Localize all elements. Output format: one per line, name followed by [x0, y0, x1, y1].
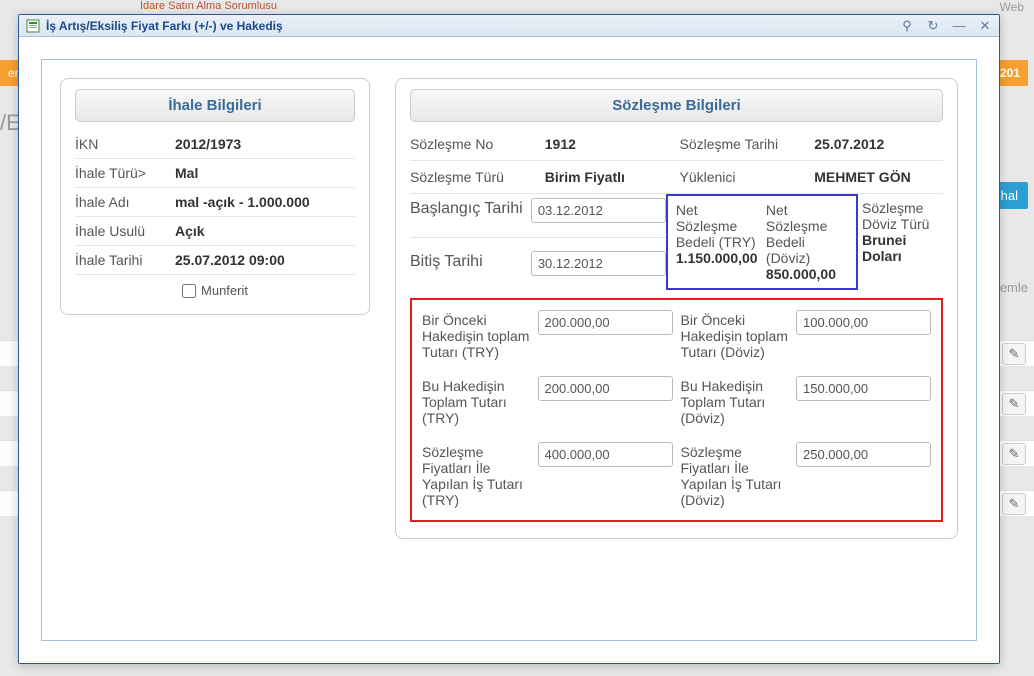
ikn-value: 2012/1973: [175, 136, 355, 152]
bg-text-emle: emle: [1000, 280, 1028, 295]
doviz-turu-box: Sözleşme Döviz Türü Brunei Doları: [858, 194, 943, 290]
sozlesme-no-value: 1912: [545, 130, 674, 158]
modal-titlebar: İş Artış/Eksiliş Fiyat Farkı (+/-) ve Ha…: [19, 15, 999, 37]
sozlesme-header: Sözleşme Bilgileri: [410, 89, 943, 122]
pencil-icon[interactable]: ✎: [1002, 443, 1026, 465]
onceki-doviz-input[interactable]: [796, 310, 931, 335]
pencil-icon[interactable]: ✎: [1002, 343, 1026, 365]
fiyat-doviz-label: Sözleşme Fiyatları İle Yapılan İş Tutarı…: [681, 442, 789, 510]
sozlesme-tarih-value: 25.07.2012: [814, 130, 943, 158]
net-doviz-value: 850.000,00: [766, 266, 848, 282]
pin-icon[interactable]: ⚲: [899, 18, 915, 34]
net-doviz-label: Net Sözleşme Bedeli (Döviz): [766, 202, 848, 266]
modal-body: İhale Bilgileri İKN 2012/1973 İhale Türü…: [19, 37, 999, 663]
modal-title: İş Artış/Eksiliş Fiyat Farkı (+/-) ve Ha…: [46, 19, 899, 33]
fiyat-try-input[interactable]: [538, 442, 673, 467]
munferit-checkbox[interactable]: [182, 284, 196, 298]
ihale-panel: İhale Bilgileri İKN 2012/1973 İhale Türü…: [60, 78, 370, 315]
munferit-label: Munferit: [201, 283, 248, 298]
bg-subtitle: İdare Satın Alma Sorumlusu: [140, 0, 277, 12]
ihale-turu-label: İhale Türü>: [75, 165, 175, 181]
sozlesme-no-label: Sözleşme No: [410, 130, 539, 158]
yuklenici-value: MEHMET GÖN: [814, 163, 943, 191]
bg-right-text: Web: [1000, 0, 1024, 14]
ihale-usulu-label: İhale Usulü: [75, 223, 175, 239]
bu-try-label: Bu Hakedişin Toplam Tutarı (TRY): [422, 376, 530, 428]
ihale-turu-value: Mal: [175, 165, 355, 181]
onceki-try-label: Bir Önceki Hakedişin toplam Tutarı (TRY): [422, 310, 530, 362]
sozlesme-panel: Sözleşme Bilgileri Sözleşme No 1912 Sözl…: [395, 78, 958, 539]
baslangic-tarihi-input[interactable]: [531, 198, 666, 223]
ihale-usulu-value: Açık: [175, 223, 355, 239]
fiyat-doviz-input[interactable]: [796, 442, 931, 467]
sozlesme-turu-value: Birim Fiyatlı: [545, 163, 674, 191]
yuklenici-label: Yüklenici: [680, 163, 809, 191]
modal-window: İş Artış/Eksiliş Fiyat Farkı (+/-) ve Ha…: [18, 14, 1000, 664]
doviz-turu-value: Brunei Doları: [862, 232, 939, 264]
pencil-icon[interactable]: ✎: [1002, 393, 1026, 415]
minimize-icon[interactable]: —: [951, 18, 967, 34]
ihale-tarihi-value: 25.07.2012 09:00: [175, 252, 355, 268]
ihale-adi-label: İhale Adı: [75, 194, 175, 210]
bu-doviz-input[interactable]: [796, 376, 931, 401]
baslangic-tarihi-label: Başlangıç Tarihi: [410, 194, 525, 237]
ikn-label: İKN: [75, 136, 175, 152]
bitis-tarihi-input[interactable]: [531, 251, 666, 276]
hakedis-highlight-box: Bir Önceki Hakedişin toplam Tutarı (TRY)…: [410, 298, 943, 522]
pencil-icon[interactable]: ✎: [1002, 493, 1026, 515]
bu-doviz-label: Bu Hakedişin Toplam Tutarı (Döviz): [681, 376, 789, 428]
sozlesme-turu-label: Sözleşme Türü: [410, 163, 539, 191]
fiyat-try-label: Sözleşme Fiyatları İle Yapılan İş Tutarı…: [422, 442, 530, 510]
refresh-icon[interactable]: ↻: [925, 18, 941, 34]
document-icon: [25, 18, 41, 34]
ihale-header: İhale Bilgileri: [75, 89, 355, 122]
close-icon[interactable]: ✕: [977, 18, 993, 34]
onceki-try-input[interactable]: [538, 310, 673, 335]
content-frame: İhale Bilgileri İKN 2012/1973 İhale Türü…: [41, 59, 977, 641]
net-try-label: Net Sözleşme Bedeli (TRY): [676, 202, 758, 250]
ihale-adi-value: mal -açık - 1.000.000: [175, 194, 355, 210]
bu-try-input[interactable]: [538, 376, 673, 401]
net-try-value: 1.150.000,00: [676, 250, 758, 266]
ihale-tarihi-label: İhale Tarihi: [75, 252, 175, 268]
onceki-doviz-label: Bir Önceki Hakedişin toplam Tutarı (Dövi…: [681, 310, 789, 362]
bitis-tarihi-label: Bitiş Tarihi: [410, 247, 525, 290]
net-bedel-highlight-box: Net Sözleşme Bedeli (TRY) 1.150.000,00 N…: [666, 194, 858, 290]
doviz-turu-label: Sözleşme Döviz Türü: [862, 200, 939, 232]
sozlesme-tarih-label: Sözleşme Tarihi: [680, 130, 809, 158]
